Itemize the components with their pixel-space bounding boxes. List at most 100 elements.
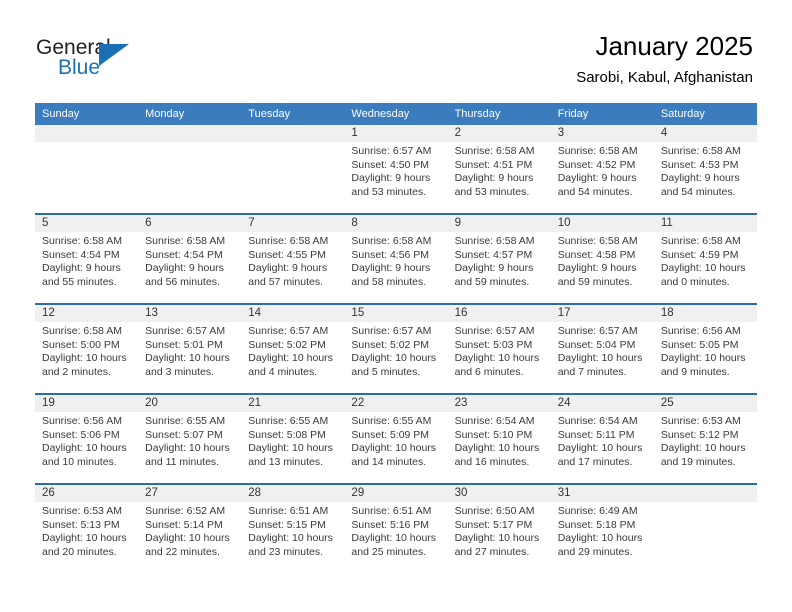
sunset-time: Sunset: 5:05 PM	[660, 338, 739, 351]
daylight-duration-line2: and 17 minutes.	[557, 456, 633, 469]
day-details: Sunrise: 6:58 AM Sunset: 4:54 PM Daylight:…	[138, 232, 241, 294]
calendar-day-cell[interactable]: 10 Sunrise: 6:58 AM Sunset: 4:58 PM Dayligh…	[550, 215, 654, 303]
daylight-duration-line1: Daylight: 10 hours	[454, 532, 540, 545]
calendar-page: General Blue January 2025 Sarobi, Kabul,…	[0, 0, 792, 612]
day-number: 18	[653, 305, 757, 322]
calendar-day-cell[interactable]: 24 Sunrise: 6:54 AM Sunset: 5:11 PM Dayligh…	[550, 395, 654, 483]
calendar-day-cell[interactable]: 2 Sunrise: 6:58 AM Sunset: 4:51 PM Daylight…	[447, 125, 551, 213]
daylight-duration-line2: and 54 minutes.	[660, 186, 736, 199]
day-details: Sunrise: 6:58 AM Sunset: 5:00 PM Daylight:…	[35, 322, 138, 384]
day-details: Sunrise: 6:58 AM Sunset: 4:55 PM Daylight:…	[241, 232, 344, 294]
title-block: January 2025 Sarobi, Kabul, Afghanistan	[576, 30, 753, 89]
daylight-duration-line2: and 54 minutes.	[557, 186, 633, 199]
calendar-week-row: 1 Sunrise: 6:57 AM Sunset: 4:50 PM Daylight…	[35, 125, 757, 213]
day-details: Sunrise: 6:51 AM Sunset: 5:15 PM Daylight:…	[241, 502, 344, 564]
day-details	[35, 142, 138, 149]
sunrise-time: Sunrise: 6:58 AM	[454, 235, 535, 247]
calendar-day-cell[interactable]: 11 Sunrise: 6:58 AM Sunset: 4:59 PM Dayligh…	[653, 215, 757, 303]
calendar-day-cell[interactable]: 8 Sunrise: 6:58 AM Sunset: 4:56 PM Daylight…	[344, 215, 448, 303]
daylight-duration-line1: Daylight: 10 hours	[660, 262, 746, 275]
calendar-day-cell[interactable]: 27 Sunrise: 6:52 AM Sunset: 5:14 PM Dayligh…	[138, 485, 242, 573]
sunset-time: Sunset: 4:54 PM	[145, 248, 223, 261]
daylight-duration-line2: and 10 minutes.	[42, 456, 117, 469]
day-number: 7	[241, 215, 345, 232]
weekday-header-saturday: Saturday	[660, 108, 705, 120]
weekday-header-monday: Monday	[145, 108, 185, 120]
day-number: 22	[344, 395, 448, 412]
calendar-day-cell[interactable]: 29 Sunrise: 6:51 AM Sunset: 5:16 PM Dayligh…	[344, 485, 448, 573]
calendar-day-cell-empty	[35, 125, 139, 213]
calendar-day-cell-empty	[138, 125, 242, 213]
page-header: General Blue January 2025 Sarobi, Kabul,…	[0, 0, 792, 103]
sunset-time: Sunset: 5:12 PM	[660, 428, 739, 441]
calendar-day-cell[interactable]: 16 Sunrise: 6:57 AM Sunset: 5:03 PM Dayligh…	[447, 305, 551, 393]
daylight-duration-line1: Daylight: 10 hours	[454, 442, 540, 455]
daylight-duration-line2: and 23 minutes.	[248, 546, 323, 559]
sunset-time: Sunset: 5:06 PM	[42, 428, 120, 441]
sunset-time: Sunset: 5:04 PM	[557, 338, 636, 351]
day-details: Sunrise: 6:54 AM Sunset: 5:10 PM Daylight:…	[448, 412, 551, 474]
daylight-duration-line2: and 11 minutes.	[145, 456, 220, 469]
calendar-day-cell[interactable]: 28 Sunrise: 6:51 AM Sunset: 5:15 PM Dayligh…	[241, 485, 345, 573]
calendar-day-cell[interactable]: 21 Sunrise: 6:55 AM Sunset: 5:08 PM Dayligh…	[241, 395, 345, 483]
calendar-day-cell[interactable]: 3 Sunrise: 6:58 AM Sunset: 4:52 PM Daylight…	[550, 125, 654, 213]
calendar-day-cell[interactable]: 23 Sunrise: 6:54 AM Sunset: 5:10 PM Dayligh…	[447, 395, 551, 483]
sunrise-time: Sunrise: 6:58 AM	[660, 145, 741, 157]
sunrise-time: Sunrise: 6:57 AM	[557, 325, 638, 337]
day-details: Sunrise: 6:53 AM Sunset: 5:12 PM Daylight:…	[654, 412, 757, 474]
calendar-day-cell[interactable]: 22 Sunrise: 6:55 AM Sunset: 5:09 PM Dayligh…	[344, 395, 448, 483]
brand-logo[interactable]: General Blue	[36, 36, 146, 86]
day-details: Sunrise: 6:55 AM Sunset: 5:09 PM Daylight:…	[344, 412, 447, 474]
calendar-day-cell[interactable]: 1 Sunrise: 6:57 AM Sunset: 4:50 PM Daylight…	[344, 125, 448, 213]
calendar-day-cell[interactable]: 25 Sunrise: 6:53 AM Sunset: 5:12 PM Dayligh…	[653, 395, 757, 483]
calendar-day-cell[interactable]: 7 Sunrise: 6:58 AM Sunset: 4:55 PM Daylight…	[241, 215, 345, 303]
calendar-day-cell[interactable]: 14 Sunrise: 6:57 AM Sunset: 5:02 PM Dayligh…	[241, 305, 345, 393]
daylight-duration-line2: and 59 minutes.	[557, 276, 633, 289]
daylight-duration-line1: Daylight: 10 hours	[145, 442, 230, 455]
calendar-day-cell[interactable]: 17 Sunrise: 6:57 AM Sunset: 5:04 PM Dayligh…	[550, 305, 654, 393]
day-details: Sunrise: 6:55 AM Sunset: 5:08 PM Daylight:…	[241, 412, 344, 474]
sunrise-time: Sunrise: 6:57 AM	[454, 325, 535, 337]
calendar-day-cell[interactable]: 12 Sunrise: 6:58 AM Sunset: 5:00 PM Dayligh…	[35, 305, 139, 393]
day-number: 15	[344, 305, 448, 322]
calendar-day-cell[interactable]: 30 Sunrise: 6:50 AM Sunset: 5:17 PM Dayligh…	[447, 485, 551, 573]
calendar-day-cell[interactable]: 6 Sunrise: 6:58 AM Sunset: 4:54 PM Daylight…	[138, 215, 242, 303]
calendar-day-cell[interactable]: 20 Sunrise: 6:55 AM Sunset: 5:07 PM Dayligh…	[138, 395, 242, 483]
calendar-week-row: 19 Sunrise: 6:56 AM Sunset: 5:06 PM Dayligh…	[35, 393, 757, 483]
daylight-duration-line1: Daylight: 10 hours	[557, 532, 643, 545]
day-details: Sunrise: 6:58 AM Sunset: 4:54 PM Daylight:…	[35, 232, 138, 294]
day-number	[138, 125, 242, 142]
sunset-time: Sunset: 5:02 PM	[248, 338, 326, 351]
daylight-duration-line2: and 3 minutes.	[145, 366, 215, 379]
daylight-duration-line2: and 29 minutes.	[557, 546, 633, 559]
day-details: Sunrise: 6:57 AM Sunset: 5:02 PM Daylight:…	[241, 322, 344, 384]
calendar-day-cell[interactable]: 19 Sunrise: 6:56 AM Sunset: 5:06 PM Dayligh…	[35, 395, 139, 483]
calendar-day-cell[interactable]: 15 Sunrise: 6:57 AM Sunset: 5:02 PM Dayligh…	[344, 305, 448, 393]
daylight-duration-line2: and 57 minutes.	[248, 276, 323, 289]
calendar-day-cell[interactable]: 13 Sunrise: 6:57 AM Sunset: 5:01 PM Dayligh…	[138, 305, 242, 393]
daylight-duration-line2: and 2 minutes.	[42, 366, 111, 379]
sunset-time: Sunset: 5:03 PM	[454, 338, 533, 351]
calendar-day-cell[interactable]: 26 Sunrise: 6:53 AM Sunset: 5:13 PM Dayligh…	[35, 485, 139, 573]
sunrise-time: Sunrise: 6:55 AM	[248, 415, 329, 427]
calendar-body: 1 Sunrise: 6:57 AM Sunset: 4:50 PM Daylight…	[35, 125, 757, 573]
day-details	[138, 142, 241, 149]
day-number: 25	[653, 395, 757, 412]
day-number	[35, 125, 139, 142]
day-number: 8	[344, 215, 448, 232]
calendar-day-cell[interactable]: 5 Sunrise: 6:58 AM Sunset: 4:54 PM Daylight…	[35, 215, 139, 303]
sunrise-time: Sunrise: 6:53 AM	[660, 415, 741, 427]
calendar-day-cell[interactable]: 31 Sunrise: 6:49 AM Sunset: 5:18 PM Dayligh…	[550, 485, 654, 573]
calendar-day-cell[interactable]: 18 Sunrise: 6:56 AM Sunset: 5:05 PM Dayligh…	[653, 305, 757, 393]
daylight-duration-line1: Daylight: 10 hours	[145, 352, 230, 365]
daylight-duration-line1: Daylight: 10 hours	[557, 442, 643, 455]
daylight-duration-line1: Daylight: 9 hours	[42, 262, 121, 275]
daylight-duration-line1: Daylight: 10 hours	[248, 352, 333, 365]
calendar-day-cell[interactable]: 9 Sunrise: 6:58 AM Sunset: 4:57 PM Daylight…	[447, 215, 551, 303]
day-details: Sunrise: 6:55 AM Sunset: 5:07 PM Daylight:…	[138, 412, 241, 474]
daylight-duration-line2: and 25 minutes.	[351, 546, 427, 559]
daylight-duration-line2: and 16 minutes.	[454, 456, 530, 469]
day-number: 13	[138, 305, 242, 322]
sunset-time: Sunset: 5:15 PM	[248, 518, 326, 531]
calendar-day-cell[interactable]: 4 Sunrise: 6:58 AM Sunset: 4:53 PM Daylight…	[653, 125, 757, 213]
